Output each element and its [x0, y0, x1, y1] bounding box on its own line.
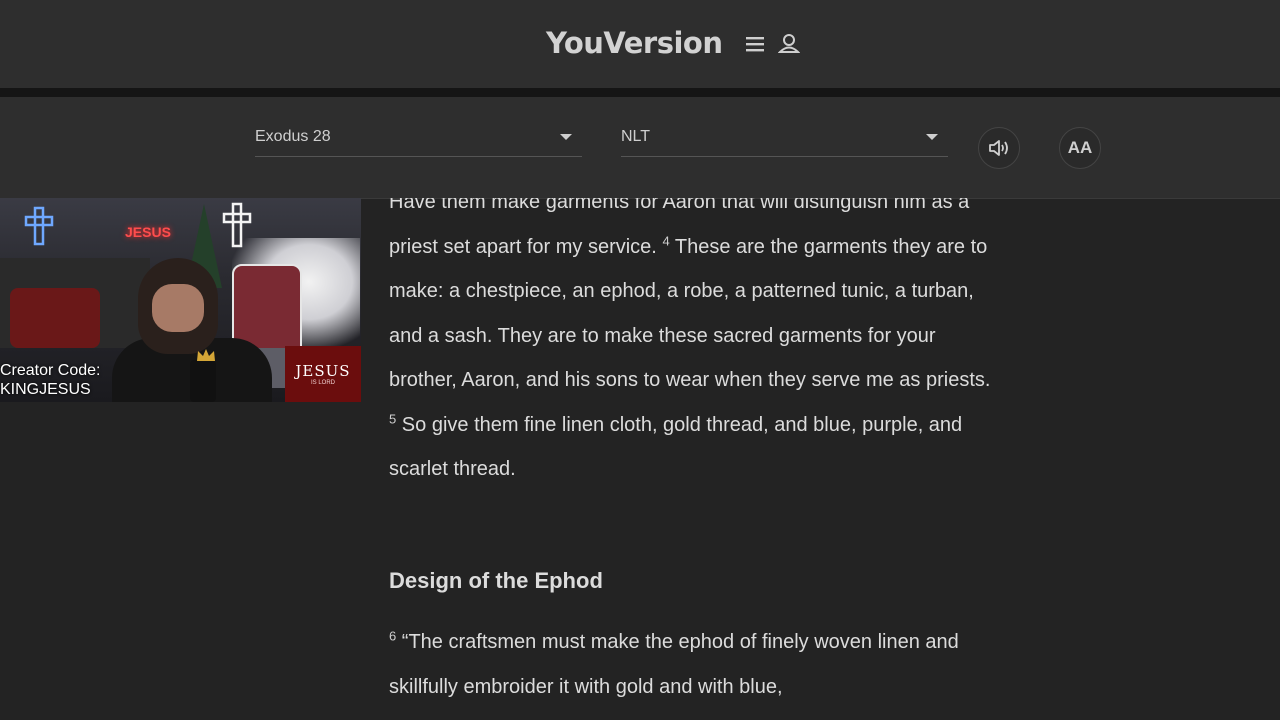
passage-paragraph: 6 “The craftsmen must make the ephod of …	[389, 620, 999, 710]
verse-number[interactable]: 5	[389, 411, 396, 426]
version-select[interactable]: NLT	[621, 120, 948, 157]
menu-icon[interactable]	[744, 33, 766, 55]
chevron-down-icon	[926, 134, 938, 140]
passage-paragraph: Have them make garments for Aaron that w…	[389, 198, 999, 492]
verse-number[interactable]: 4	[662, 233, 669, 248]
microphone	[190, 360, 216, 402]
creator-code-text: Creator Code: KINGJESUS	[0, 361, 101, 399]
speaker-icon	[989, 140, 1008, 156]
font-settings-button[interactable]: AA	[1059, 127, 1101, 169]
webcam-overlay: JESUS JESUS IS LORD Creator Code: KINGJE…	[0, 198, 361, 402]
verse-text: These are the garments they are to make:…	[389, 235, 991, 392]
reader-toolbar: Exodus 28 NLT AA	[0, 97, 1280, 199]
verse-number[interactable]: 6	[389, 628, 396, 643]
creator-code-label: Creator Code:	[0, 362, 101, 379]
section-heading: Design of the Ephod	[389, 568, 603, 593]
verse-text: “The craftsmen must make the ephod of fi…	[389, 631, 959, 698]
badge-title: JESUS	[295, 362, 351, 380]
jesus-is-lord-badge: JESUS IS LORD	[285, 346, 361, 402]
crown-icon	[197, 349, 215, 361]
creator-code-value: KINGJESUS	[0, 381, 91, 398]
bible-passage: Have them make garments for Aaron that w…	[389, 198, 999, 720]
neon-sign: JESUS	[125, 224, 171, 240]
header-divider	[0, 88, 1280, 97]
badge-subtitle: IS LORD	[310, 380, 335, 386]
book-chapter-select[interactable]: Exodus 28	[255, 120, 582, 157]
neon-cross-icon	[222, 202, 252, 248]
version-label: NLT	[621, 128, 651, 145]
book-chapter-label: Exodus 28	[255, 128, 331, 145]
user-icon[interactable]	[778, 32, 800, 54]
neon-cross-icon	[24, 206, 54, 246]
top-nav-bar: YouVersion	[0, 0, 1280, 89]
streamer-face	[152, 284, 204, 332]
red-pillow	[10, 288, 100, 348]
verse-text: So give them fine linen cloth, gold thre…	[389, 413, 963, 481]
audio-button[interactable]	[978, 127, 1020, 169]
streamer	[112, 258, 272, 402]
youversion-logo[interactable]: YouVersion	[546, 26, 723, 60]
chevron-down-icon	[560, 134, 572, 140]
